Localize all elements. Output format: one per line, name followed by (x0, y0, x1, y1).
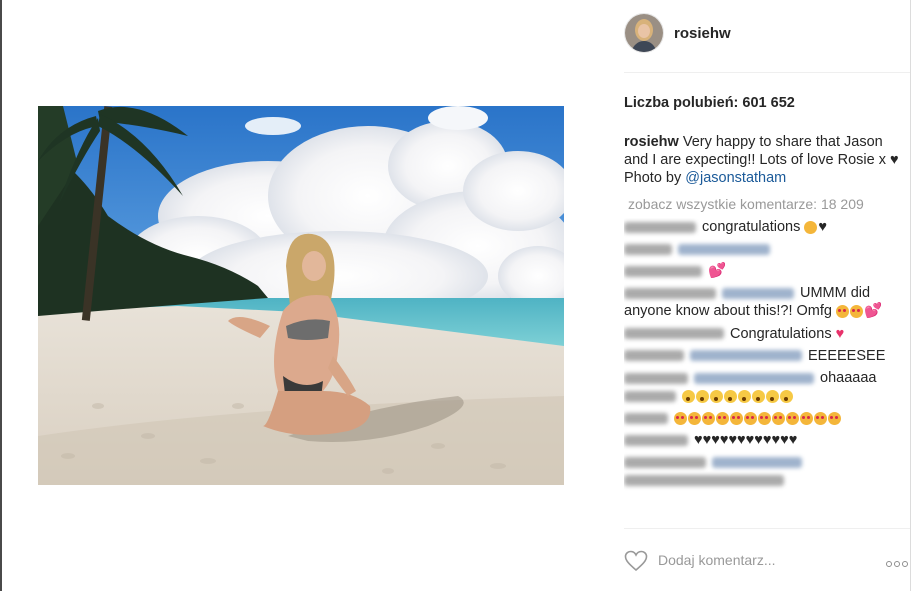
blurred-mention[interactable] (712, 456, 802, 468)
list-item (624, 409, 906, 427)
heart-eyes-emoji-icon (828, 411, 841, 425)
heart-eyes-emoji-icon (814, 411, 827, 425)
list-item: ♥♥♥♥♥♥♥♥♥♥♥♥ (624, 431, 906, 449)
astonished-emoji-icon (780, 389, 793, 403)
comments-list: congratulations ♥ 💕 UMMM did anyone know… (624, 218, 906, 528)
comment-text: ♥♥♥♥♥♥♥♥♥♥♥♥ (694, 432, 798, 449)
post-header: rosiehw (624, 13, 910, 57)
angel-emoji-icon (804, 220, 818, 234)
astonished-emoji-icon (724, 389, 737, 403)
blurred-username[interactable] (624, 221, 696, 233)
heart-outline-icon (624, 550, 648, 572)
astonished-emoji-icon (696, 389, 709, 403)
blurred-username[interactable] (624, 265, 702, 277)
caption-mention-link[interactable]: @jasonstatham (685, 170, 786, 186)
likes-count[interactable]: Liczba polubień: 601 652 (624, 95, 795, 111)
heart-eyes-emoji-icon (730, 411, 743, 425)
blurred-username[interactable] (624, 350, 684, 362)
heart-eyes-emoji-icon (836, 305, 849, 319)
two-hearts-emoji: 💕 (708, 263, 727, 280)
list-item: 💕 (624, 262, 906, 280)
heart-eyes-emoji-icon (688, 411, 701, 425)
post-photo[interactable] (38, 106, 564, 485)
heart-emoji: ♥ (835, 325, 845, 342)
blurred-username[interactable] (624, 328, 724, 340)
blurred-username[interactable] (624, 372, 688, 384)
heart-eyes-emoji-icon (716, 411, 729, 425)
window-left-border (0, 0, 2, 591)
heart-eyes-emoji-icon (744, 411, 757, 425)
list-item: congratulations ♥ (624, 218, 906, 236)
comment-text: congratulations (702, 219, 801, 236)
blurred-mention[interactable] (690, 350, 802, 362)
heart-eyes-emoji-icon (674, 411, 687, 425)
astonished-emoji-icon (766, 389, 779, 403)
blurred-mention[interactable] (722, 287, 794, 299)
footer-divider (624, 528, 910, 529)
blurred-text (624, 474, 784, 486)
heart-eyes-emoji-icon (850, 305, 863, 319)
post-caption: rosiehw Very happy to share that Jason a… (624, 133, 906, 187)
blurred-username[interactable] (624, 287, 716, 299)
blurred-username[interactable] (624, 456, 706, 468)
more-options-icon (902, 561, 908, 567)
more-options-icon (894, 561, 900, 567)
list-item (624, 240, 906, 258)
heart-eyes-emoji-icon (786, 411, 799, 425)
list-item (624, 453, 906, 489)
astonished-emoji-icon (682, 389, 695, 403)
header-username-link[interactable]: rosiehw (674, 25, 731, 42)
caption-photo-by: Photo by (624, 170, 682, 186)
avatar[interactable] (624, 13, 664, 53)
astonished-emoji-icon (710, 389, 723, 403)
view-all-comments-link[interactable]: zobacz wszystkie komentarze: 18 209 (628, 196, 864, 212)
blurred-text (624, 390, 676, 402)
window-right-border (910, 0, 911, 591)
heart-emoji: ♥ (818, 219, 827, 235)
beach-photo-image (38, 106, 564, 485)
caption-username-link[interactable]: rosiehw (624, 134, 679, 150)
blurred-mention[interactable] (678, 243, 770, 255)
heart-eyes-emoji-icon (702, 411, 715, 425)
blurred-username[interactable] (624, 412, 668, 424)
comment-text: ohaaaaa (820, 370, 877, 387)
heart-eyes-emoji-icon (800, 411, 813, 425)
more-options-icon (886, 561, 892, 567)
comment-text: Congratulations (730, 325, 832, 342)
heart-eyes-emoji-icon (772, 411, 785, 425)
list-item: ohaaaaa (624, 369, 906, 405)
list-item: EEEEESEE (624, 347, 906, 365)
more-options-button[interactable] (886, 560, 910, 568)
heart-eyes-emoji-icon (758, 411, 771, 425)
header-divider (624, 72, 910, 73)
blurred-username[interactable] (624, 434, 688, 446)
list-item: Congratulations ♥ (624, 325, 906, 343)
like-button[interactable] (624, 550, 648, 572)
add-comment-input[interactable] (658, 552, 868, 568)
comment-text: EEEEESEE (808, 347, 886, 364)
two-hearts-emoji: 💕 (864, 303, 883, 320)
astonished-emoji-icon (752, 389, 765, 403)
blurred-username[interactable] (624, 243, 672, 255)
blurred-mention[interactable] (694, 372, 814, 384)
list-item: UMMM did anyone know about this!?! Omfg … (624, 284, 906, 320)
astonished-emoji-icon (738, 389, 751, 403)
